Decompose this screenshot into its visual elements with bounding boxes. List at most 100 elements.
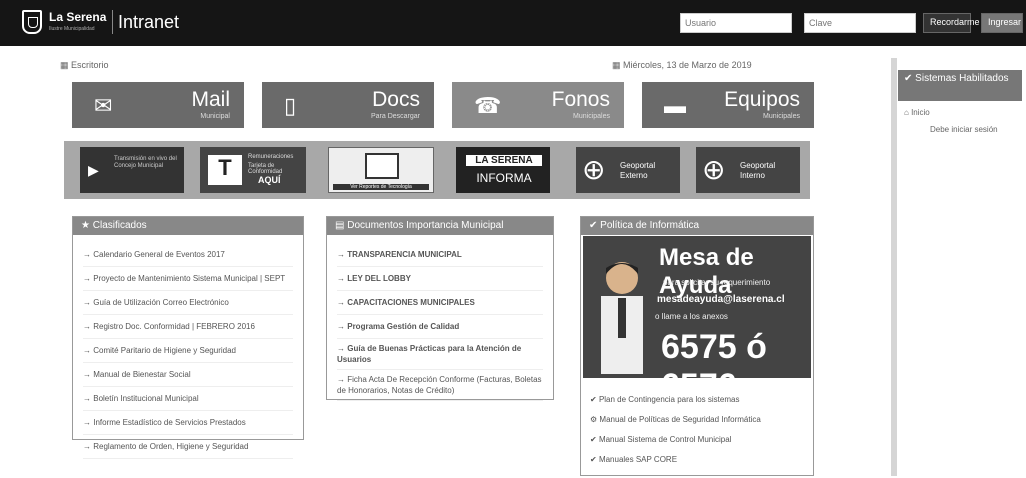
help-phone-numbers: 6575 ó 6576 bbox=[661, 328, 767, 378]
panel-header: ✔ Política de Informática bbox=[581, 217, 813, 235]
live-stream-banner[interactable]: ▶ Transmisión en vivo del Concejo Munici… bbox=[80, 147, 184, 193]
list-item[interactable]: → Comité Paritario de Higiene y Segurida… bbox=[83, 339, 293, 363]
phone-icon: ☎ bbox=[474, 93, 502, 118]
breadcrumb: ▦ Escritorio bbox=[60, 60, 109, 71]
drive-icon: ▬ bbox=[664, 93, 686, 118]
tile-title: Equipos bbox=[724, 88, 800, 111]
list-item[interactable]: → Registro Doc. Conformidad | FEBRERO 20… bbox=[83, 315, 293, 339]
breadcrumb-label: Escritorio bbox=[71, 60, 109, 70]
banner-title: Geoportal bbox=[620, 161, 656, 170]
list-item[interactable]: → Guía de Utilización Correo Electrónico bbox=[83, 291, 293, 315]
brand-subtitle: Ilustre Municipalidad bbox=[49, 26, 95, 32]
app-title: Intranet bbox=[118, 12, 180, 32]
panel-title: Política de Informática bbox=[600, 220, 700, 231]
list-item[interactable]: → Programa Gestión de Calidad bbox=[337, 315, 543, 339]
banner-title: Geoportal bbox=[740, 161, 776, 170]
check-icon: ✔ bbox=[590, 395, 599, 404]
help-subtitle-2: o llame a los anexos bbox=[655, 312, 728, 321]
panel-title: Documentos Importancia Municipal bbox=[347, 220, 504, 231]
check-icon: ✔ bbox=[590, 455, 599, 464]
panel-header: ▤ Documentos Importancia Municipal bbox=[327, 217, 553, 235]
equipment-tile[interactable]: ▬ Equipos Municipales bbox=[642, 82, 814, 128]
date-label: Miércoles, 13 de Marzo de 2019 bbox=[623, 60, 752, 70]
login-button[interactable]: Ingresar bbox=[981, 13, 1023, 33]
help-title: Mesa de Ayuda bbox=[659, 244, 754, 299]
docs-tile[interactable]: ▯ Docs Para Descargar bbox=[262, 82, 434, 128]
current-date: ▦ Miércoles, 13 de Marzo de 2019 bbox=[612, 60, 752, 71]
banner-title: LA SERENA bbox=[466, 155, 542, 166]
document-icon: ▤ bbox=[335, 220, 348, 231]
list-item[interactable]: ⚙ Manual de Políticas de Seguridad Infor… bbox=[590, 410, 810, 430]
banner-sub: Interno bbox=[740, 171, 765, 180]
tile-subtitle: Municipales bbox=[573, 113, 610, 120]
password-input[interactable] bbox=[804, 13, 916, 33]
list-item[interactable]: → Boletín Institucional Municipal bbox=[83, 387, 293, 411]
list-item[interactable]: → Guía de Buenas Prácticas para la Atenc… bbox=[337, 339, 543, 370]
check-icon: ✔ bbox=[590, 435, 599, 444]
panel-header: ★ Clasificados bbox=[73, 217, 303, 235]
home-icon: ⌂ bbox=[904, 108, 912, 117]
banner-cta: AQUÍ bbox=[258, 175, 281, 185]
list-item[interactable]: → Ficha Acta De Recepción Conforme (Fact… bbox=[337, 370, 543, 401]
document-icon: ▯ bbox=[284, 93, 297, 118]
banner-sub: INFORMA bbox=[476, 171, 532, 185]
calendar-icon: ▦ bbox=[612, 60, 624, 70]
list-item[interactable]: → CAPACITACIONES MUNICIPALES bbox=[337, 291, 543, 315]
tile-subtitle: Para Descargar bbox=[370, 113, 420, 120]
help-desk-banner[interactable]: Mesa de Ayuda para solicitar su requerim… bbox=[583, 236, 811, 378]
list-item[interactable]: → LEY DEL LOBBY bbox=[337, 267, 543, 291]
mail-tile[interactable]: ✉ Mail Municipal bbox=[72, 82, 244, 128]
check-icon: ✔ bbox=[904, 73, 916, 84]
monitor-icon bbox=[365, 153, 399, 179]
check-icon: ✔ bbox=[589, 220, 601, 231]
list-item[interactable]: → TRANSPARENCIA MUNICIPAL bbox=[337, 243, 543, 267]
remember-button[interactable]: Recordarme bbox=[923, 13, 980, 33]
sidebar-item-home[interactable]: ⌂ Inicio bbox=[904, 108, 930, 117]
globe-icon: ⊕ bbox=[702, 154, 726, 185]
top-bar: La Serena Ilustre Municipalidad Intranet… bbox=[0, 0, 1026, 46]
right-sidebar bbox=[891, 58, 1024, 476]
sidebar-login-prompt: Debe iniciar sesión bbox=[930, 125, 998, 134]
username-input[interactable] bbox=[680, 13, 792, 33]
brand-divider bbox=[112, 10, 113, 34]
list-item[interactable]: → Informe Estadístico de Servicios Prest… bbox=[83, 411, 293, 435]
list-item[interactable]: ✔ Manual Sistema de Control Municipal bbox=[590, 430, 810, 450]
documentos-panel: ▤ Documentos Importancia Municipal → TRA… bbox=[326, 216, 554, 401]
gear-icon: ⚙ bbox=[590, 415, 600, 424]
sidebar-title: Sistemas Habilitados bbox=[915, 73, 1009, 84]
play-icon: ▶ bbox=[88, 162, 99, 178]
clasificados-panel: ★ Clasificados → Calendario General de E… bbox=[72, 216, 304, 459]
banner-text: Ver Reportes de Tecnología bbox=[333, 184, 429, 190]
list-item[interactable]: → Proyecto de Mantenimiento Sistema Muni… bbox=[83, 267, 293, 291]
list-item[interactable]: ✔ Manuales SAP CORE bbox=[590, 450, 810, 470]
geoportal-interno-banner[interactable]: ⊕ Geoportal Interno bbox=[696, 147, 800, 193]
brand-name: La Serena bbox=[49, 10, 107, 24]
envelope-icon: ✉ bbox=[94, 93, 113, 118]
geoportal-externo-banner[interactable]: ⊕ Geoportal Externo bbox=[576, 147, 680, 193]
list-item[interactable]: → Manual de Bienestar Social bbox=[83, 363, 293, 387]
t-logo-icon: T bbox=[208, 155, 242, 185]
banner-text: Transmisión en vivo del Concejo Municipa… bbox=[114, 156, 177, 169]
dashboard-icon: ▦ bbox=[60, 60, 72, 70]
remuneraciones-banner[interactable]: T Remuneraciones Tarjeta de Conformidad … bbox=[200, 147, 306, 193]
municipal-crest-logo bbox=[22, 10, 42, 34]
list-item[interactable]: ✔ Plan de Contingencia para los sistemas bbox=[590, 390, 810, 410]
reports-banner[interactable]: Ver Reportes de Tecnología bbox=[328, 147, 434, 193]
help-subtitle: para solicitar su requerimiento bbox=[663, 278, 771, 287]
list-item[interactable]: → Reglamento de Orden, Higiene y Segurid… bbox=[83, 435, 293, 459]
la-serena-informa-banner[interactable]: LA SERENA INFORMA bbox=[456, 147, 550, 193]
globe-icon: ⊕ bbox=[582, 154, 606, 185]
support-agent-illustration bbox=[601, 262, 643, 374]
tile-subtitle: Municipal bbox=[200, 113, 230, 120]
help-email[interactable]: mesadeayuda@laserena.cl bbox=[657, 294, 785, 305]
phones-tile[interactable]: ☎ Fonos Municipales bbox=[452, 82, 624, 128]
list-item[interactable]: → Calendario General de Eventos 2017 bbox=[83, 243, 293, 267]
tile-title: Fonos bbox=[551, 88, 610, 111]
sidebar-header: ✔ Sistemas Habilitados bbox=[898, 70, 1022, 101]
banner-sub: Externo bbox=[620, 171, 648, 180]
tile-title: Mail bbox=[191, 88, 230, 111]
banner-strip: ▶ Transmisión en vivo del Concejo Munici… bbox=[64, 141, 810, 199]
banner-sub: Tarjeta de Conformidad bbox=[248, 163, 283, 175]
politica-links: ✔ Plan de Contingencia para los sistemas… bbox=[590, 390, 810, 470]
panel-title: Clasificados bbox=[92, 220, 147, 231]
